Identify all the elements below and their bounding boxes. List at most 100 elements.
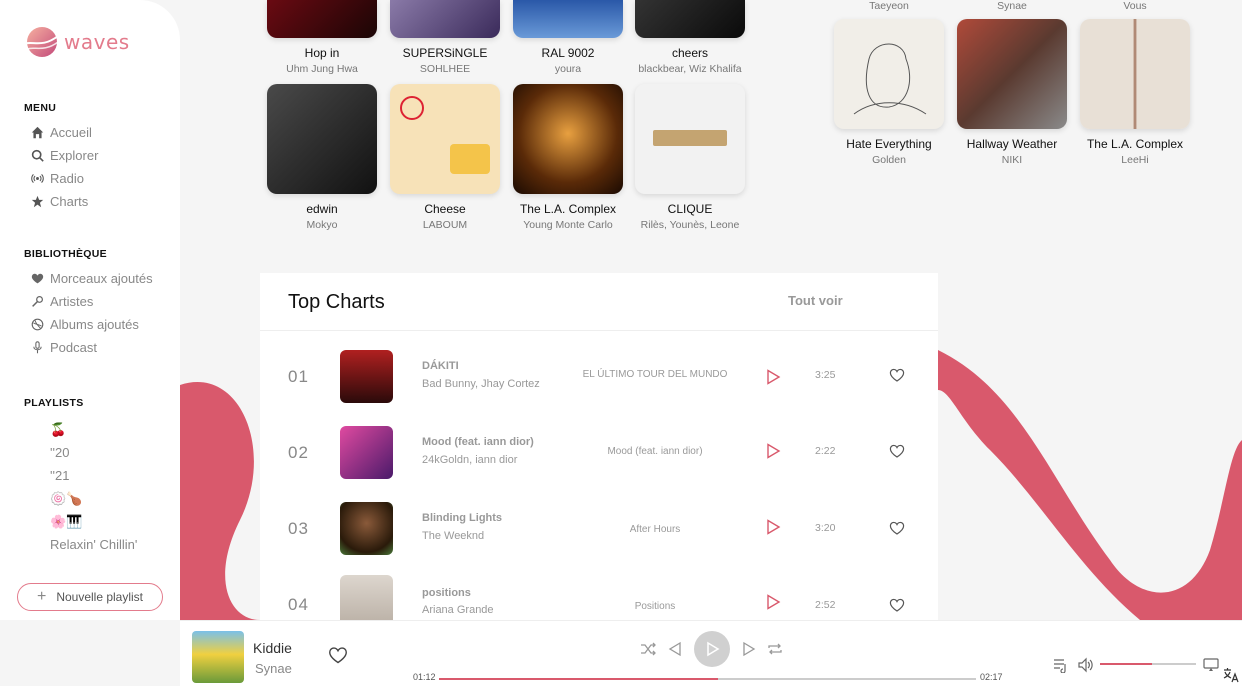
album-artist: Golden <box>872 154 906 166</box>
album-card[interactable]: edwin Mokyo <box>267 84 377 231</box>
track-album[interactable]: Positions <box>570 601 740 612</box>
track-album[interactable]: Mood (feat. iann dior) <box>570 446 740 457</box>
sidebar-item-albums[interactable]: Albums ajoutés <box>30 313 153 336</box>
album-title: The L.A. Complex <box>519 202 617 216</box>
sidebar-item-label: Accueil <box>50 125 92 140</box>
album-cover <box>390 0 500 38</box>
elapsed-time: 01:12 <box>413 672 436 682</box>
chart-row[interactable]: 04 positions Ariana Grande Positions 2:5… <box>260 567 938 620</box>
volume-fill <box>1100 663 1152 665</box>
device-cast-icon[interactable] <box>1203 657 1219 673</box>
album-title: CLIQUE <box>667 202 713 216</box>
album-card[interactable]: Hop in Uhm Jung Hwa <box>267 0 377 75</box>
track-album[interactable]: EL ÚLTIMO TOUR DEL MUNDO <box>570 369 740 380</box>
album-card[interactable]: Cheese LABOUM <box>390 84 500 231</box>
chart-rank: 01 <box>288 367 309 386</box>
album-title: SUPERSiNGLE <box>402 46 488 60</box>
play-icon[interactable] <box>765 369 781 385</box>
album-card[interactable]: The L.A. Complex LeeHi <box>1080 19 1190 166</box>
microphone-icon <box>30 295 44 309</box>
album-card[interactable]: The L.A. Complex Young Monte Carlo <box>513 84 623 231</box>
album-title: The L.A. Complex <box>1086 137 1184 151</box>
playlist-item[interactable]: 🌸🎹 <box>30 510 137 533</box>
track-duration: 2:22 <box>815 445 836 457</box>
previous-icon[interactable] <box>667 641 683 657</box>
charts-title: Top Charts <box>288 291 385 313</box>
album-artist: blackbear, Wiz Khalifa <box>638 63 742 75</box>
playlist-item[interactable]: Relaxin' Chillin' <box>30 533 137 556</box>
play-pause-button[interactable] <box>694 631 730 667</box>
now-playing-title[interactable]: Kiddie <box>253 640 292 656</box>
next-icon[interactable] <box>741 641 757 657</box>
menu-list: Accueil Explorer Radio Charts <box>30 121 98 213</box>
album-cover <box>267 0 377 38</box>
album-cover <box>957 19 1067 129</box>
translate-icon[interactable] <box>1223 667 1239 683</box>
track-thumbnail <box>340 350 393 403</box>
album-card[interactable]: Hate Everything Golden <box>834 19 944 166</box>
album-card[interactable]: CLIQUE Rilès, Younès, Leone <box>635 84 745 231</box>
chart-row[interactable]: 03 Blinding Lights The Weeknd After Hour… <box>260 491 938 567</box>
sidebar-item-podcast[interactable]: Podcast <box>30 336 153 359</box>
playlist-item[interactable]: ''20 <box>30 441 137 464</box>
album-artist: youra <box>554 63 582 75</box>
sidebar-item-radio[interactable]: Radio <box>30 167 98 190</box>
playlist-item[interactable]: 🍒 <box>30 418 137 441</box>
heart-outline-icon[interactable] <box>889 597 905 613</box>
album-artist: Young Monte Carlo <box>523 219 613 231</box>
play-icon[interactable] <box>765 443 781 459</box>
album-title: cheers <box>671 46 709 60</box>
playlist-item[interactable]: ''21 <box>30 464 137 487</box>
sidebar-item-label: Explorer <box>50 148 99 163</box>
chart-row[interactable]: 02 Mood (feat. iann dior) 24kGoldn, iann… <box>260 415 938 491</box>
album-title: Hop in <box>304 46 340 60</box>
album-card[interactable]: RAL 9002 youra <box>513 0 623 75</box>
album-card[interactable]: SUPERSiNGLE SOHLHEE <box>390 0 500 75</box>
repeat-icon[interactable] <box>767 641 783 657</box>
heart-outline-icon[interactable] <box>889 520 905 536</box>
album-card[interactable]: Hallway Weather NIKI <box>957 19 1067 166</box>
now-playing-cover[interactable] <box>192 631 244 683</box>
see-all-link[interactable]: Tout voir <box>788 293 843 308</box>
track-album[interactable]: After Hours <box>570 524 740 535</box>
queue-icon[interactable] <box>1053 657 1069 673</box>
sidebar-item-label: Artistes <box>50 294 94 309</box>
plus-icon: + <box>36 588 47 605</box>
total-time: 02:17 <box>980 672 1003 682</box>
track-duration: 2:52 <box>815 599 836 611</box>
heart-icon <box>30 272 44 286</box>
sidebar-item-charts[interactable]: Charts <box>30 190 98 213</box>
playlist-item[interactable]: 🍥🍗 <box>30 487 137 510</box>
chart-row[interactable]: 01 DÁKITI Bad Bunny, Jhay Cortez EL ÚLTI… <box>260 339 938 415</box>
play-icon[interactable] <box>765 519 781 535</box>
now-playing-artist[interactable]: Synae <box>255 661 292 676</box>
heart-outline-icon[interactable] <box>889 443 905 459</box>
app-logo[interactable]: waves <box>20 24 130 60</box>
star-icon <box>30 195 44 209</box>
album-artist: LeeHi <box>1121 154 1149 166</box>
sidebar-item-liked-tracks[interactable]: Morceaux ajoutés <box>30 267 153 290</box>
shuffle-icon[interactable] <box>640 641 656 657</box>
sidebar-item-artists[interactable]: Artistes <box>30 290 153 313</box>
track-duration: 3:20 <box>815 522 836 534</box>
new-playlist-button[interactable]: + Nouvelle playlist <box>17 583 163 611</box>
play-icon[interactable] <box>765 594 781 610</box>
track-artist: 24kGoldn, iann dior <box>422 454 518 466</box>
radio-icon <box>30 172 44 186</box>
volume-icon[interactable] <box>1077 657 1093 673</box>
album-cover <box>834 19 944 129</box>
top-charts-panel: Top Charts Tout voir 01 DÁKITI Bad Bunny… <box>260 273 938 620</box>
progress-bar[interactable] <box>439 678 976 680</box>
volume-slider[interactable] <box>1100 663 1196 665</box>
album-artist: Uhm Jung Hwa <box>286 63 358 75</box>
heart-outline-icon[interactable] <box>889 367 905 383</box>
library-list: Morceaux ajoutés Artistes Albums ajoutés… <box>30 267 153 359</box>
track-thumbnail <box>340 426 393 479</box>
track-title: Blinding Lights <box>422 512 503 524</box>
heart-outline-icon[interactable] <box>328 645 348 665</box>
sidebar-item-explorer[interactable]: Explorer <box>30 144 98 167</box>
sidebar-item-accueil[interactable]: Accueil <box>30 121 98 144</box>
album-card[interactable]: cheers blackbear, Wiz Khalifa <box>635 0 745 75</box>
album-artist: LABOUM <box>422 219 468 231</box>
new-playlist-label: Nouvelle playlist <box>56 590 144 604</box>
